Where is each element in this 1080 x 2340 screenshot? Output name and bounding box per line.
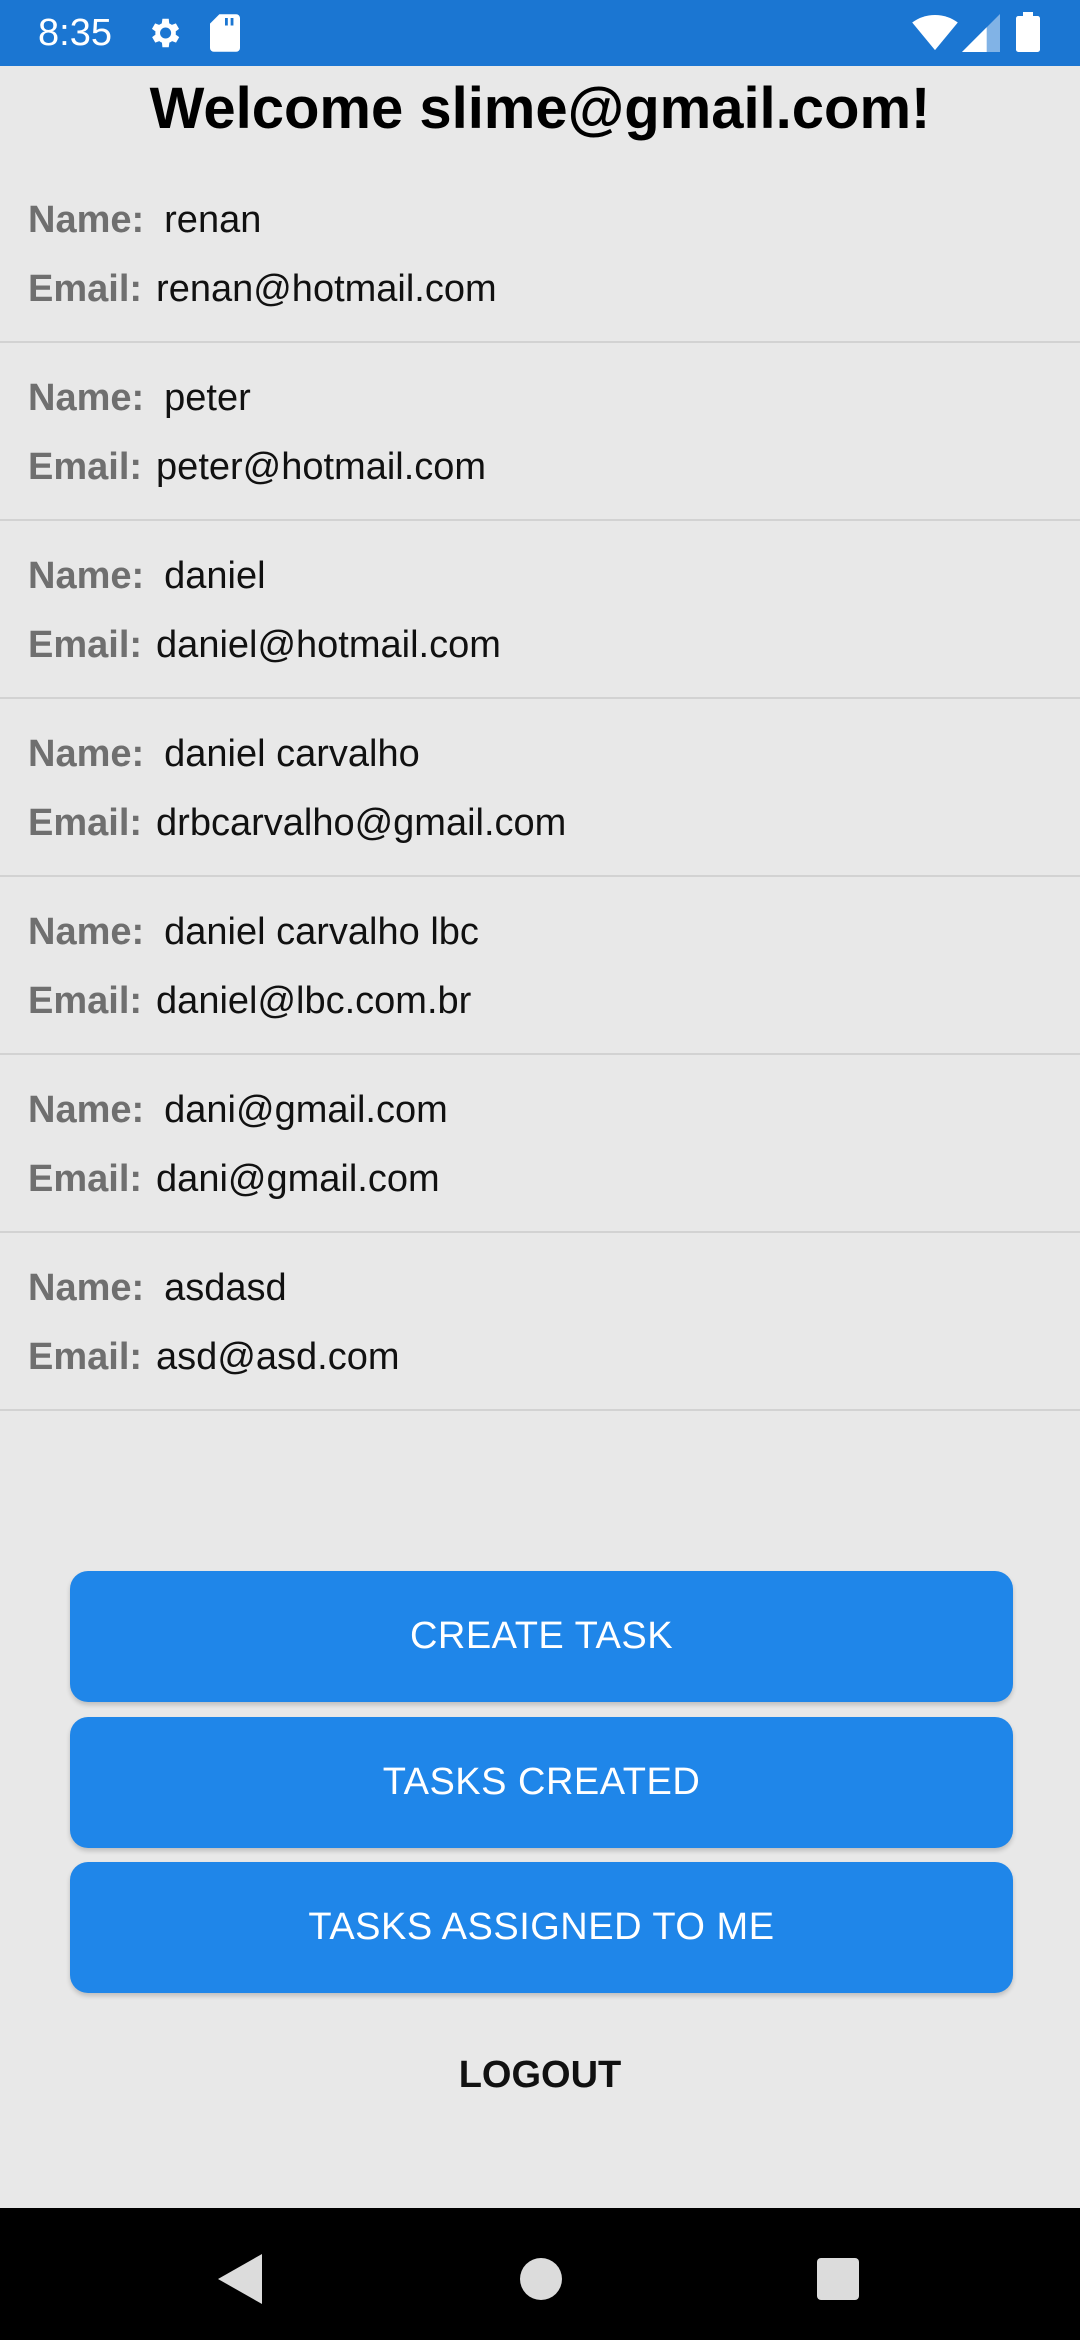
user-list-item[interactable]: Name: daniel carvalho lbc Email: daniel@lb…: [0, 877, 1080, 1055]
user-name: daniel: [164, 555, 266, 597]
name-label: Name:: [28, 199, 145, 241]
name-label: Name:: [28, 555, 145, 597]
user-name: renan: [164, 199, 262, 241]
user-email: peter@hotmail.com: [156, 446, 487, 488]
home-icon[interactable]: [520, 2258, 562, 2300]
user-list-item[interactable]: Name: peter Email: peter@hotmail.com: [0, 343, 1080, 521]
gear-icon: [151, 18, 180, 48]
email-label: Email:: [28, 446, 143, 488]
user-email: dani@gmail.com: [156, 1158, 440, 1200]
name-label: Name:: [28, 733, 145, 775]
user-name: daniel carvalho lbc: [164, 911, 479, 953]
wifi-icon: [912, 14, 958, 51]
name-label: Name:: [28, 1267, 145, 1309]
user-name-row: Name: peter: [28, 375, 251, 421]
user-list-item[interactable]: Name: daniel Email: daniel@hotmail.com: [0, 521, 1080, 699]
navigation-bar: [0, 2208, 1080, 2340]
status-time: 8:35: [38, 12, 112, 54]
user-list-item[interactable]: Name: daniel carvalho Email: drbcarvalho@g…: [0, 699, 1080, 877]
user-email-row: Email: daniel@lbc.com.br: [28, 978, 471, 1024]
sd-card-icon: [210, 14, 240, 52]
user-list-item[interactable]: Name: asdasd Email: asd@asd.com: [0, 1233, 1080, 1411]
user-email-row: Email: renan@hotmail.com: [28, 266, 497, 312]
user-email-row: Email: daniel@hotmail.com: [28, 622, 501, 668]
user-name-row: Name: daniel: [28, 553, 266, 599]
user-email-row: Email: asd@asd.com: [28, 1334, 400, 1380]
user-email: daniel@hotmail.com: [156, 624, 501, 666]
tasks-assigned-button[interactable]: TASKS ASSIGNED TO ME: [70, 1862, 1013, 1993]
user-name: asdasd: [164, 1267, 287, 1309]
user-name-row: Name: renan: [28, 197, 261, 243]
name-label: Name:: [28, 1089, 145, 1131]
user-email: drbcarvalho@gmail.com: [156, 802, 567, 844]
user-list[interactable]: Name: renan Email: renan@hotmail.com Name:…: [0, 165, 1080, 1411]
user-email: renan@hotmail.com: [156, 268, 497, 310]
user-name-row: Name: daniel carvalho lbc: [28, 909, 479, 955]
recents-icon[interactable]: [817, 2258, 859, 2300]
status-bar: 8:35: [0, 0, 1080, 66]
logout-button[interactable]: LOGOUT: [0, 2050, 1080, 2100]
user-email-row: Email: peter@hotmail.com: [28, 444, 486, 490]
create-task-button[interactable]: CREATE TASK: [70, 1571, 1013, 1702]
cell-signal-icon: [962, 14, 1000, 52]
email-label: Email:: [28, 624, 143, 666]
email-label: Email:: [28, 1336, 143, 1378]
user-name: peter: [164, 377, 251, 419]
user-name-row: Name: dani@gmail.com: [28, 1087, 448, 1133]
email-label: Email:: [28, 1158, 143, 1200]
battery-icon: [1016, 12, 1040, 52]
user-email: asd@asd.com: [156, 1336, 400, 1378]
user-name-row: Name: daniel carvalho: [28, 731, 420, 777]
user-name-row: Name: asdasd: [28, 1265, 287, 1311]
user-list-item[interactable]: Name: renan Email: renan@hotmail.com: [0, 165, 1080, 343]
user-name: dani@gmail.com: [164, 1089, 448, 1131]
name-label: Name:: [28, 911, 145, 953]
user-list-item[interactable]: Name: dani@gmail.com Email: dani@gmail.com: [0, 1055, 1080, 1233]
tasks-created-button[interactable]: TASKS CREATED: [70, 1717, 1013, 1848]
user-email-row: Email: drbcarvalho@gmail.com: [28, 800, 566, 846]
email-label: Email:: [28, 980, 143, 1022]
email-label: Email:: [28, 802, 143, 844]
user-email: daniel@lbc.com.br: [156, 980, 472, 1022]
user-name: daniel carvalho: [164, 733, 420, 775]
user-email-row: Email: dani@gmail.com: [28, 1156, 440, 1202]
back-icon[interactable]: [218, 2254, 262, 2304]
name-label: Name:: [28, 377, 145, 419]
email-label: Email:: [28, 268, 143, 310]
welcome-title: Welcome slime@gmail.com!: [149, 76, 931, 141]
